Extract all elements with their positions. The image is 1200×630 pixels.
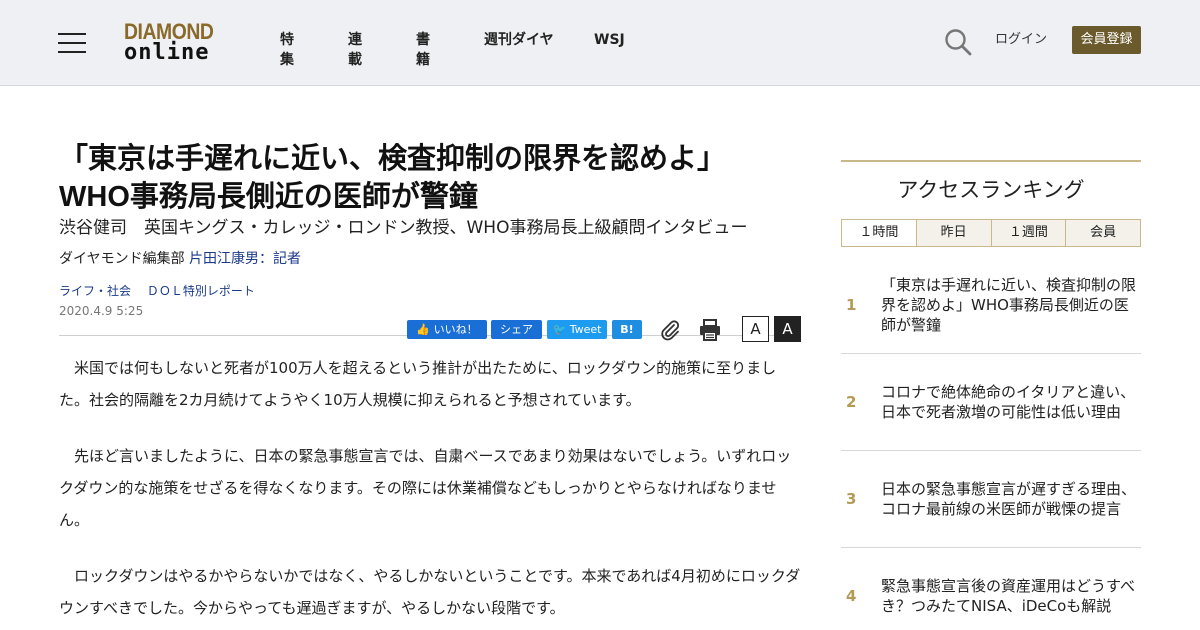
article-title: 「東京は手遅れに近い、検査抑制の限界を認めよ」 WHO事務局長側近の医師が警鐘: [59, 140, 801, 216]
tab-members[interactable]: 会員: [1065, 220, 1140, 246]
ranking-article-link[interactable]: コロナで絶体絶命のイタリアと違い、日本で死者激増の可能性は低い理由: [881, 354, 1141, 450]
author-link[interactable]: 片田江康男：記者: [189, 251, 301, 267]
article-meta-row: 2020.4.9 5:25 👍 いいね！ シェア 🐦 Tweet B! A A: [59, 302, 801, 342]
tweet-label: Tweet: [569, 323, 602, 336]
hatena-bookmark-button[interactable]: B!: [612, 320, 642, 339]
nav-item-books[interactable]: 書籍: [416, 30, 430, 70]
font-size-large-button[interactable]: A: [774, 316, 801, 342]
rank-number: 2: [846, 393, 857, 411]
category-link-life-society[interactable]: ライフ・社会: [59, 284, 131, 298]
list-item: 1 「東京は手遅れに近い、検査抑制の限界を認めよ」WHO事務局長側近の医師が警鐘: [841, 257, 1141, 354]
facebook-like-button[interactable]: 👍 いいね！: [407, 320, 487, 339]
tweet-button[interactable]: 🐦 Tweet: [547, 320, 607, 339]
list-item: 2 コロナで絶体絶命のイタリアと違い、日本で死者激増の可能性は低い理由: [841, 354, 1141, 451]
menu-icon-bar: [58, 51, 86, 53]
ranking-article-link[interactable]: 緊急事態宣言後の資産運用はどうすべき？つみたてNISA、iDeCoも解説: [881, 548, 1141, 630]
clip-icon[interactable]: [658, 318, 682, 342]
menu-icon-bar: [58, 42, 86, 44]
category-link-dol-special[interactable]: ＤＯＬ特別レポート: [147, 284, 255, 298]
print-icon[interactable]: [698, 318, 722, 342]
menu-icon[interactable]: [58, 31, 86, 53]
article-paragraph: 先ほど言いましたように、日本の緊急事態宣言では、自粛ベースであまり効果はないでし…: [59, 447, 792, 529]
byline-department: ダイヤモンド編集部: [59, 251, 185, 267]
ranking-article-link[interactable]: 日本の緊急事態宣言が遅すぎる理由、コロナ最前線の米医師が戦慄の提言: [881, 451, 1141, 547]
rank-number: 3: [846, 490, 857, 508]
nav-item-series[interactable]: 連載: [348, 30, 362, 70]
nav-item-wsj[interactable]: WSJ: [594, 30, 625, 50]
list-item: 4 緊急事態宣言後の資産運用はどうすべき？つみたてNISA、iDeCoも解説: [841, 548, 1141, 630]
search-icon[interactable]: [944, 28, 972, 56]
ranking-article-link[interactable]: 「東京は手遅れに近い、検査抑制の限界を認めよ」WHO事務局長側近の医師が警鐘: [881, 257, 1141, 353]
like-label: いいね！: [433, 323, 478, 336]
article-title-line: WHO事務局長側近の医師が警鐘: [59, 181, 478, 213]
byline: ダイヤモンド編集部 片田江康男：記者: [59, 249, 801, 269]
article-title-line: 「東京は手遅れに近い、検査抑制の限界を認めよ」: [59, 143, 727, 175]
tab-1-hour[interactable]: １時間: [842, 220, 916, 246]
ranking-heading: アクセスランキング: [841, 160, 1141, 219]
article-body: 米国では何もしないと死者が100万人を超えるという推計が出たために、ロックダウン…: [59, 352, 801, 624]
list-item: 3 日本の緊急事態宣言が遅すぎる理由、コロナ最前線の米医師が戦慄の提言: [841, 451, 1141, 548]
logo-bottom-text: online: [124, 40, 210, 65]
login-link[interactable]: ログイン: [995, 31, 1047, 49]
article: 「東京は手遅れに近い、検査抑制の限界を認めよ」 WHO事務局長側近の医師が警鐘 …: [59, 140, 801, 630]
article-subtitle: 渋谷健司 英国キングス・カレッジ・ロンドン教授、WHO事務局長上級顧問インタビュ…: [59, 218, 748, 238]
rank-number: 4: [846, 587, 857, 605]
category-links: ライフ・社会 ＤＯＬ特別レポート: [59, 282, 801, 300]
nav-item-features[interactable]: 特集: [280, 30, 294, 70]
ranking-tabs: １時間 昨日 １週間 会員: [841, 219, 1141, 247]
publish-date: 2020.4.9 5:25: [59, 304, 144, 318]
twitter-bird-icon: 🐦: [552, 323, 567, 336]
ranking-list: 1 「東京は手遅れに近い、検査抑制の限界を認めよ」WHO事務局長側近の医師が警鐘…: [841, 257, 1141, 630]
font-size-small-button[interactable]: A: [742, 316, 769, 342]
menu-icon-bar: [58, 33, 86, 35]
tab-yesterday[interactable]: 昨日: [915, 220, 991, 246]
tab-1-week[interactable]: １週間: [990, 220, 1066, 246]
article-paragraph: ロックダウンはやるかやらないかではなく、やるしかないということです。本来であれば…: [59, 567, 801, 617]
rank-number: 1: [846, 296, 857, 314]
site-header: DIAMOND online 特集 連載 書籍 週刊ダイヤ WSJ ログイン 会…: [0, 0, 1200, 86]
register-button[interactable]: 会員登録: [1072, 26, 1141, 54]
article-paragraph: 米国では何もしないと死者が100万人を超えるという推計が出たために、ロックダウン…: [59, 359, 777, 409]
access-ranking: アクセスランキング １時間 昨日 １週間 会員 1 「東京は手遅れに近い、検査抑…: [841, 160, 1141, 630]
facebook-share-button[interactable]: シェア: [491, 320, 542, 339]
nav-item-weekly-diamond[interactable]: 週刊ダイヤ: [484, 30, 554, 50]
site-logo[interactable]: DIAMOND online: [124, 20, 228, 66]
